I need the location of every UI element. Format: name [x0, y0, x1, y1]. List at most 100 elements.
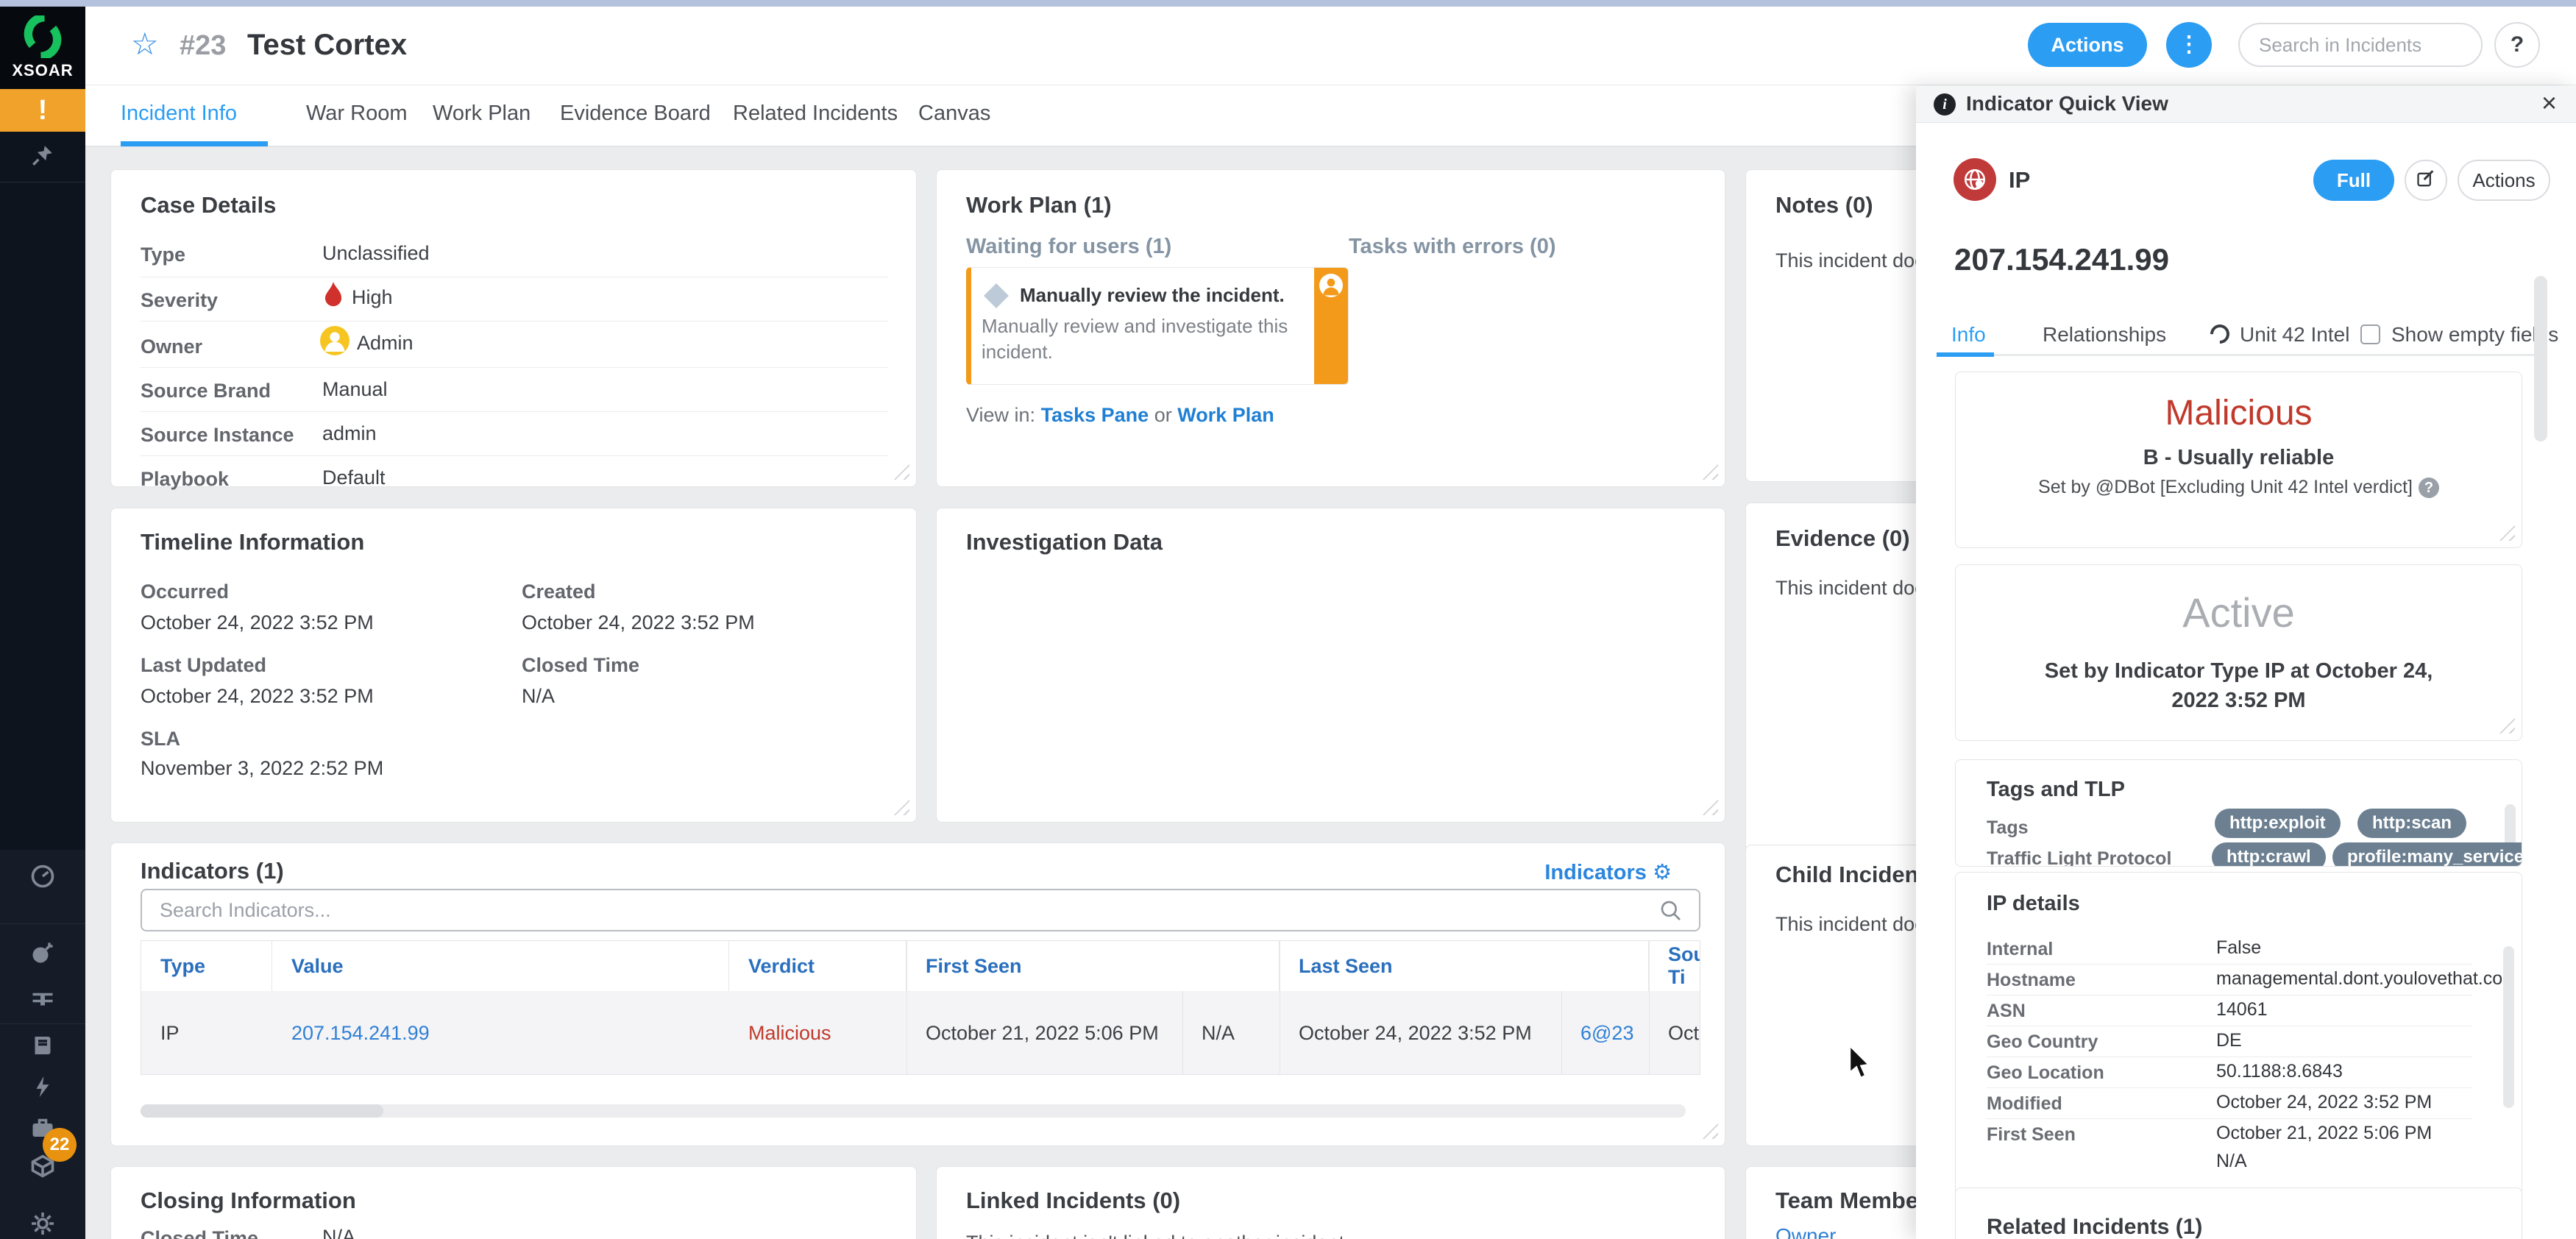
indicator-actions-button[interactable]: Actions — [2458, 160, 2550, 201]
ip-indicator-badge — [1954, 158, 1996, 201]
xsoar-logo[interactable]: XSOAR — [0, 7, 85, 89]
task-card[interactable]: Manually review the incident. Manually r… — [966, 267, 1349, 385]
indicator-value: 207.154.241.99 — [1954, 242, 2169, 277]
or-label: or — [1154, 404, 1172, 426]
sidebar-divider — [0, 1023, 85, 1024]
scrollbar-thumb[interactable] — [141, 1104, 383, 1118]
linked-incidents-empty-text: This incident isn't linked to another in… — [966, 1232, 1344, 1239]
owner-link[interactable]: Owner — [1775, 1224, 1836, 1239]
jet-icon[interactable] — [0, 982, 85, 1018]
tab-incident-info[interactable]: Incident Info — [121, 102, 237, 126]
tab-unit42-intel[interactable]: Unit 42 Intel — [2240, 323, 2349, 347]
edit-button[interactable] — [2405, 160, 2447, 201]
horizontal-scrollbar[interactable] — [141, 1104, 1686, 1118]
indicators-settings-link[interactable]: Indicators ⚙ — [1544, 859, 1672, 885]
book-icon[interactable] — [0, 1028, 85, 1063]
bomb-icon[interactable] — [0, 935, 85, 970]
col-header-first-seen[interactable]: First Seen — [906, 941, 1280, 991]
field-label: ASN — [1987, 1001, 2026, 1021]
tab-related-incidents[interactable]: Related Incidents — [733, 102, 898, 126]
resize-handle[interactable] — [2499, 525, 2515, 541]
tab-track — [1937, 354, 2546, 356]
quick-view-title: Indicator Quick View — [1966, 92, 2168, 115]
panel-title: Case Details — [141, 192, 277, 218]
cell-type: IP — [141, 991, 272, 1074]
waiting-for-users-header: Waiting for users (1) — [966, 235, 1172, 258]
field-value: November 3, 2022 2:52 PM — [141, 757, 384, 779]
help-icon[interactable]: ? — [2418, 478, 2439, 499]
kebab-menu-icon[interactable]: ⋮ — [2166, 22, 2212, 68]
mouse-cursor — [1849, 1046, 1870, 1079]
field-label: First Seen — [1987, 1124, 2076, 1145]
panel-title: Closing Information — [141, 1187, 356, 1213]
search-indicators-input[interactable] — [141, 889, 1700, 931]
resize-handle[interactable] — [1702, 799, 1718, 815]
tag-chip[interactable]: http:scan — [2357, 809, 2466, 838]
full-view-button[interactable]: Full — [2313, 160, 2394, 201]
tlp-label: Traffic Light Protocol — [1987, 848, 2172, 867]
gear-icon[interactable] — [0, 1206, 85, 1239]
indicator-quick-view-panel: i Indicator Quick View × IP Full Actions… — [1916, 86, 2576, 1239]
tab-evidence-board[interactable]: Evidence Board — [560, 102, 711, 126]
field-value: N/A — [522, 685, 556, 707]
field-label: Internal — [1987, 939, 2054, 959]
field-label: Geo Country — [1987, 1032, 2098, 1052]
gear-icon: ⚙ — [1653, 859, 1672, 884]
tab-canvas[interactable]: Canvas — [918, 102, 990, 126]
field-value: N/A — [322, 1226, 356, 1239]
tasks-with-errors-header: Tasks with errors (0) — [1349, 235, 1556, 258]
resize-handle[interactable] — [893, 799, 909, 815]
resize-handle[interactable] — [1702, 1123, 1718, 1139]
pin-icon[interactable] — [0, 138, 85, 173]
resize-handle[interactable] — [1702, 464, 1718, 480]
tag-chip[interactable]: http:crawl — [2212, 842, 2326, 866]
tab-info[interactable]: Info — [1951, 323, 1986, 347]
work-plan-link[interactable]: Work Plan — [1177, 404, 1274, 426]
tasks-pane-link[interactable]: Tasks Pane — [1041, 404, 1149, 426]
tag-chip[interactable]: profile:many_services — [2332, 842, 2522, 866]
severity-flame-icon — [324, 282, 342, 307]
indicators-table: Type Value Verdict First Seen Last Seen … — [141, 940, 1700, 1075]
close-icon[interactable]: × — [2541, 88, 2557, 118]
help-button[interactable]: ? — [2494, 22, 2540, 68]
bolt-icon[interactable] — [0, 1069, 85, 1104]
task-title: Manually review the incident. — [1020, 284, 1285, 306]
panel-title: Linked Incidents (0) — [966, 1187, 1181, 1213]
actions-button[interactable]: Actions — [2028, 23, 2147, 67]
task-assignee-strip — [1314, 268, 1348, 384]
indicators-link-label: Indicators — [1544, 861, 1647, 884]
col-header-value[interactable]: Value — [272, 941, 729, 991]
field-label: Last Updated — [141, 654, 267, 676]
globe-icon — [1964, 168, 1986, 191]
col-header-source-time[interactable]: Source Ti — [1649, 941, 1700, 991]
col-header-type[interactable]: Type — [141, 941, 272, 991]
tab-work-plan[interactable]: Work Plan — [433, 102, 531, 126]
resize-handle[interactable] — [2499, 717, 2515, 734]
tab-relationships[interactable]: Relationships — [2043, 323, 2166, 347]
col-header-last-seen[interactable]: Last Seen — [1280, 941, 1649, 991]
tab-war-room[interactable]: War Room — [306, 102, 408, 126]
timeline-panel: Timeline Information Occurred October 24… — [110, 508, 917, 823]
avatar — [320, 326, 350, 355]
cell-value-link[interactable]: 207.154.241.99 — [272, 991, 729, 1074]
search-incidents-input[interactable] — [2238, 23, 2483, 67]
cell-incident-ref[interactable]: 6@23 — [1561, 991, 1649, 1074]
col-header-verdict[interactable]: Verdict — [729, 941, 906, 991]
cell-verdict: Malicious — [729, 991, 906, 1074]
field-value: admin — [322, 422, 377, 444]
card-scrollbar[interactable] — [2503, 946, 2514, 1108]
show-empty-fields-checkbox[interactable] — [2360, 324, 2380, 344]
alert-tile[interactable]: ! — [0, 89, 85, 132]
field-label: SLA — [141, 728, 180, 750]
incident-title: Test Cortex — [247, 29, 408, 61]
card-title: Related Incidents (1) — [1987, 1215, 2203, 1239]
resize-handle[interactable] — [893, 464, 909, 480]
panel-scrollbar[interactable] — [2534, 276, 2547, 441]
tag-chip[interactable]: http:exploit — [2215, 809, 2341, 838]
cell-last-seen: October 24, 2022 3:52 PM — [1280, 991, 1561, 1074]
status-card: Active Set by Indicator Type IP at Octob… — [1955, 564, 2522, 741]
star-icon[interactable]: ☆ — [131, 26, 159, 62]
panel-title: Investigation Data — [966, 529, 1163, 555]
view-in-label: View in: — [966, 404, 1036, 426]
gauge-icon[interactable] — [0, 859, 85, 894]
